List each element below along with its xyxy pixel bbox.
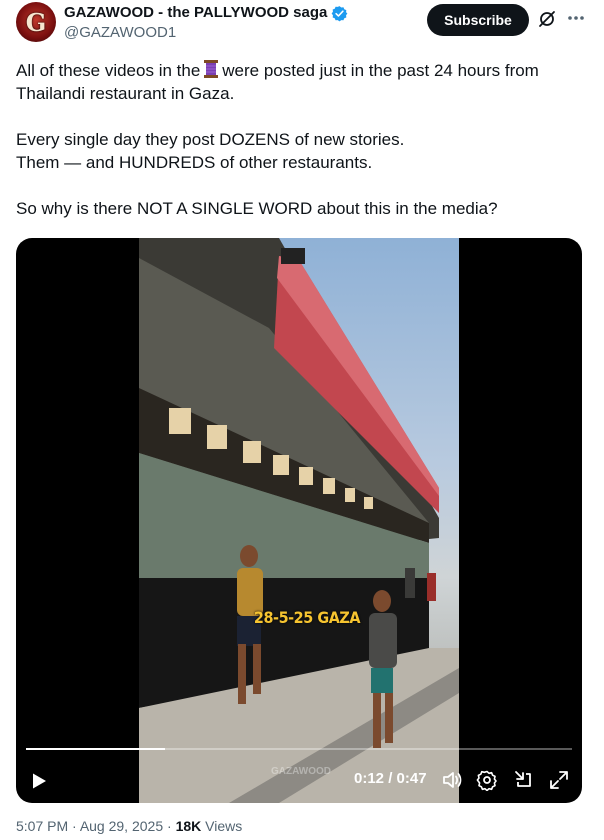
video-time: 0:12 / 0:47 xyxy=(354,770,427,787)
play-icon[interactable] xyxy=(30,772,48,790)
tweet-line-5: So why is there NOT A SINGLE WORD about … xyxy=(16,199,498,218)
views-label: Views xyxy=(205,818,243,834)
thread-spool-emoji-icon xyxy=(201,60,221,78)
tweet-header: G GAZAWOOD - the PALLYWOOD saga @GAZAWOO… xyxy=(16,0,588,50)
verified-badge-icon xyxy=(331,5,348,21)
author-handle[interactable]: @GAZAWOOD1 xyxy=(64,23,348,43)
subscribe-button[interactable]: Subscribe xyxy=(427,4,529,36)
more-dots-icon xyxy=(568,16,584,20)
volume-icon[interactable] xyxy=(441,769,463,791)
author-name-row[interactable]: GAZAWOOD - the PALLYWOOD saga xyxy=(64,4,348,22)
tweet-date[interactable]: Aug 29, 2025 xyxy=(80,818,163,834)
tweet-text-part: were posted just in the past 24 hours fr… xyxy=(222,61,539,80)
minimize-icon[interactable] xyxy=(513,769,535,791)
avatar[interactable]: G xyxy=(16,2,56,42)
grok-icon[interactable] xyxy=(537,9,557,29)
avatar-letter: G xyxy=(25,7,47,37)
video-player[interactable]: 28-5-25 GAZA GAZAWOOD 0:12 / 0:47 xyxy=(16,238,582,803)
video-progress-bar[interactable] xyxy=(26,748,572,750)
video-controls: 0:12 / 0:47 xyxy=(16,764,582,796)
tweet-time[interactable]: 5:07 PM xyxy=(16,818,68,834)
author-block: GAZAWOOD - the PALLYWOOD saga @GAZAWOOD1 xyxy=(64,4,348,43)
settings-icon[interactable] xyxy=(476,769,498,791)
tweet-text-part: All of these videos in the xyxy=(16,61,201,80)
author-display-name[interactable]: GAZAWOOD - the PALLYWOOD saga xyxy=(64,4,327,22)
tweet-line-4: Them — and HUNDREDS of other restaurants… xyxy=(16,153,373,172)
more-icon[interactable] xyxy=(564,6,588,30)
restaurant-scene xyxy=(139,238,459,803)
tweet-meta: 5:07 PM · Aug 29, 2025 · 18K Views xyxy=(16,818,243,834)
views-count: 18K xyxy=(175,818,202,834)
tweet-line-2: Thailandi restaurant in Gaza. xyxy=(16,84,235,103)
tweet-text: All of these videos in the were posted ju… xyxy=(16,59,588,220)
video-caption-overlay: 28-5-25 GAZA xyxy=(253,608,361,627)
fullscreen-icon[interactable] xyxy=(548,769,570,791)
video-progress-fill xyxy=(26,748,166,750)
tweet-line-3: Every single day they post DOZENS of new… xyxy=(16,130,405,149)
tweet-line-1: All of these videos in the were posted ju… xyxy=(16,59,588,82)
video-frame[interactable]: 28-5-25 GAZA GAZAWOOD xyxy=(139,238,459,803)
